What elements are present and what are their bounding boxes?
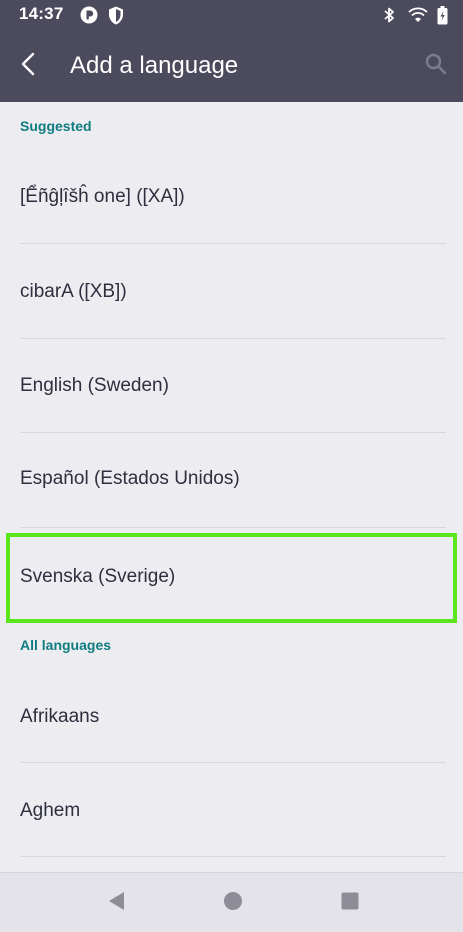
list-item[interactable]: Español (Estados Unidos) — [0, 433, 463, 527]
section-header-all-languages: All languages — [20, 637, 112, 653]
p-badge-icon — [80, 5, 98, 25]
app-bar: Add a language — [0, 30, 463, 102]
list-item-label: cibarA ([XB]) — [20, 281, 127, 302]
list-item-label: Español (Estados Unidos) — [20, 468, 240, 489]
list-item[interactable]: [Ểñĝļîšĥ one] ([XA]) — [0, 148, 463, 243]
search-icon — [424, 52, 448, 81]
nav-back-button[interactable] — [92, 881, 140, 925]
status-time: 14:37 — [19, 4, 64, 23]
list-item[interactable]: English (Sweden) — [0, 339, 463, 432]
divider — [20, 527, 446, 528]
back-arrow-icon — [20, 52, 36, 81]
bluetooth-icon — [383, 5, 395, 25]
back-triangle-icon — [106, 890, 126, 917]
list-item-label: Svenska (Sverige) — [20, 566, 176, 587]
search-button[interactable] — [414, 44, 458, 88]
home-circle-icon — [223, 891, 243, 916]
status-bar: 14:37 — [0, 0, 463, 30]
list-item-label: Aghem — [20, 800, 81, 821]
list-item[interactable]: Aghem — [0, 763, 463, 857]
list-item-label: Afrikaans — [20, 706, 100, 727]
navigation-bar — [0, 872, 463, 932]
nav-home-button[interactable] — [209, 881, 257, 925]
list-item-label: [Ểñĝļîšĥ one] ([XA]) — [20, 186, 185, 207]
language-list[interactable]: Suggested [Ểñĝļîšĥ one] ([XA]) cibarA ([… — [0, 102, 463, 872]
recents-square-icon — [340, 891, 360, 916]
nav-recents-button[interactable] — [326, 881, 374, 925]
list-item-highlighted[interactable]: Svenska (Sverige) — [0, 533, 463, 623]
list-item-label: English (Sweden) — [20, 375, 169, 396]
section-header-suggested: Suggested — [20, 118, 92, 134]
shield-icon — [108, 5, 124, 25]
page-title: Add a language — [70, 52, 239, 79]
list-item[interactable]: cibarA ([XB]) — [0, 244, 463, 338]
wifi-icon — [408, 5, 428, 25]
list-item[interactable]: Afrikaans — [0, 667, 463, 762]
divider — [20, 856, 446, 857]
battery-icon — [437, 5, 448, 25]
back-button[interactable] — [8, 44, 48, 88]
